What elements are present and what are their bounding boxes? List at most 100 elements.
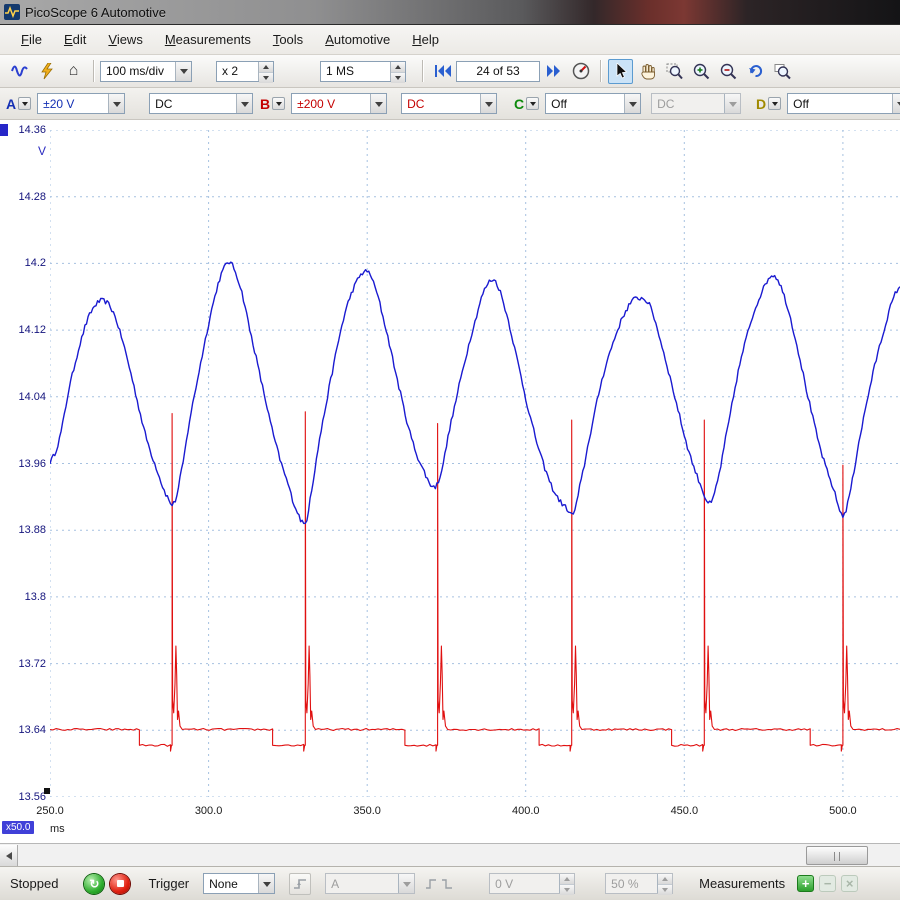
x-axis-unit: ms bbox=[50, 823, 65, 835]
channel-c-label: C bbox=[514, 95, 525, 112]
zoom-scale-badge: x50.0 bbox=[2, 821, 35, 834]
trigger-mode-select[interactable]: None bbox=[203, 873, 276, 894]
x-tick-label: 300.0 bbox=[194, 805, 223, 817]
dropdown-arrow-icon[interactable] bbox=[236, 94, 253, 113]
plot-svg[interactable] bbox=[50, 130, 900, 797]
channel-c-coupling-value: DC bbox=[657, 96, 675, 111]
menu-item-tools[interactable]: Tools bbox=[262, 28, 314, 51]
y-tick-label: 13.56 bbox=[18, 791, 46, 803]
channel-b-controls: B ±200 V DC bbox=[260, 93, 498, 114]
spin-up-icon[interactable] bbox=[391, 61, 405, 73]
menu-item-views[interactable]: Views bbox=[97, 28, 153, 51]
undo-zoom-button[interactable] bbox=[743, 59, 768, 84]
dropdown-arrow-icon[interactable] bbox=[258, 874, 275, 893]
channel-c-coupling-select: DC bbox=[651, 93, 742, 114]
fast-forward-icon bbox=[546, 65, 560, 77]
zoom-full-button[interactable] bbox=[770, 59, 795, 84]
buffer-overview-button[interactable] bbox=[568, 59, 593, 84]
channel-a-coupling-select[interactable]: DC bbox=[149, 93, 254, 114]
thumb-grip-icon bbox=[834, 852, 840, 861]
timebase-select[interactable]: 100 ms/div bbox=[100, 60, 192, 82]
scroll-left-button[interactable] bbox=[0, 845, 18, 866]
channel-b-range-select[interactable]: ±200 V bbox=[291, 93, 388, 114]
timebase-value: 100 ms/div bbox=[106, 64, 165, 78]
menu-item-measurements[interactable]: Measurements bbox=[154, 28, 262, 51]
zoom-out-icon bbox=[720, 63, 737, 79]
home-icon: ⌂ bbox=[68, 62, 79, 79]
title-bar[interactable]: PicoScope 6 Automotive bbox=[0, 0, 900, 25]
horizontal-scrollbar[interactable] bbox=[0, 843, 900, 866]
pre-trigger-spinner: 50 % bbox=[605, 873, 674, 895]
trigger-level-spinner: 0 V bbox=[489, 873, 576, 895]
menu-item-automotive[interactable]: Automotive bbox=[314, 28, 401, 51]
scrollbar-thumb[interactable] bbox=[806, 846, 868, 865]
samples-spinner[interactable]: 1 MS bbox=[320, 60, 406, 83]
next-buffer-button[interactable] bbox=[541, 59, 566, 84]
left-arrow-icon bbox=[2, 851, 12, 860]
channel-a-range-select[interactable]: ±20 V bbox=[37, 93, 126, 114]
dropdown-arrow-icon bbox=[398, 874, 415, 893]
x-tick-label: 350.0 bbox=[353, 805, 381, 817]
channel-a-options-icon[interactable] bbox=[18, 97, 32, 110]
dropdown-arrow-icon[interactable] bbox=[175, 61, 191, 81]
gauge-icon bbox=[572, 62, 589, 80]
first-buffer-button[interactable] bbox=[430, 59, 455, 84]
add-measurement-button[interactable]: + bbox=[797, 875, 815, 892]
menu-item-file[interactable]: File bbox=[10, 28, 53, 51]
buffer-position-field[interactable]: 24 of 53 bbox=[456, 60, 540, 82]
y-tick-label: 13.88 bbox=[18, 524, 46, 537]
zoom-factor-spinner[interactable]: x 2 bbox=[216, 60, 274, 83]
dropdown-arrow-icon[interactable] bbox=[108, 94, 125, 113]
go-button[interactable]: ↻ bbox=[84, 873, 105, 894]
samples-value: 1 MS bbox=[326, 64, 355, 78]
dropdown-arrow-icon[interactable] bbox=[480, 94, 497, 113]
trigger-mode-value: None bbox=[209, 876, 238, 891]
select-tool-button[interactable] bbox=[608, 58, 633, 84]
menu-item-help[interactable]: Help bbox=[401, 28, 450, 51]
delete-measurement-button: × bbox=[841, 875, 859, 892]
spin-up-icon[interactable] bbox=[259, 61, 273, 73]
pan-tool-button[interactable] bbox=[635, 59, 660, 84]
scope-view-button[interactable] bbox=[7, 59, 32, 84]
menu-item-edit[interactable]: Edit bbox=[53, 28, 97, 51]
channel-b-options-icon[interactable] bbox=[272, 97, 286, 110]
channel-d-range-select[interactable]: Off bbox=[787, 93, 900, 114]
channel-b-coupling-select[interactable]: DC bbox=[401, 93, 498, 114]
spin-down-icon[interactable] bbox=[391, 72, 405, 83]
zoom-in-button[interactable] bbox=[689, 59, 714, 84]
dropdown-arrow-icon[interactable] bbox=[892, 94, 900, 113]
home-button[interactable]: ⌂ bbox=[61, 59, 86, 84]
y-tick-label: 13.8 bbox=[24, 590, 46, 603]
y-tick-label: 14.36 bbox=[18, 124, 46, 136]
channel-a-coupling-value: DC bbox=[155, 96, 173, 111]
cursor-arrow-icon bbox=[616, 63, 627, 79]
stop-button[interactable] bbox=[110, 873, 131, 894]
zoom-marquee-button[interactable] bbox=[662, 59, 687, 84]
window-title: PicoScope 6 Automotive bbox=[25, 4, 166, 20]
auto-setup-button[interactable] bbox=[34, 59, 59, 84]
capture-state-label: Stopped bbox=[10, 876, 59, 891]
rising-edge-small-icon bbox=[426, 878, 437, 889]
x-tick-label: 450.0 bbox=[670, 805, 699, 817]
spin-down-icon bbox=[658, 885, 673, 895]
spin-down-icon[interactable] bbox=[259, 72, 273, 83]
rewind-icon bbox=[434, 65, 451, 77]
go-icon: ↻ bbox=[89, 876, 100, 891]
status-bar: Stopped ↻ Trigger None A 0 V 50 % Measur… bbox=[0, 866, 900, 900]
falling-edge-small-icon bbox=[442, 878, 453, 889]
channel-c-options-icon[interactable] bbox=[526, 97, 540, 110]
channel-c-range-select[interactable]: Off bbox=[545, 93, 642, 114]
channel-a-controls: A ±20 V DC bbox=[6, 93, 254, 114]
channel-d-options-icon[interactable] bbox=[768, 97, 782, 110]
dropdown-arrow-icon[interactable] bbox=[370, 94, 387, 113]
toolbar-separator bbox=[600, 60, 601, 82]
zoom-out-button[interactable] bbox=[716, 59, 741, 84]
stop-icon bbox=[116, 880, 124, 887]
toolbar-separator bbox=[93, 60, 94, 82]
dropdown-arrow-icon[interactable] bbox=[624, 94, 641, 113]
rising-edge-icon bbox=[294, 878, 307, 889]
x-tick-label: 250.0 bbox=[36, 805, 64, 817]
buffer-position-value: 24 of 53 bbox=[476, 64, 520, 78]
zoom-factor-value: x 2 bbox=[222, 64, 239, 78]
spin-up-icon bbox=[658, 874, 673, 885]
